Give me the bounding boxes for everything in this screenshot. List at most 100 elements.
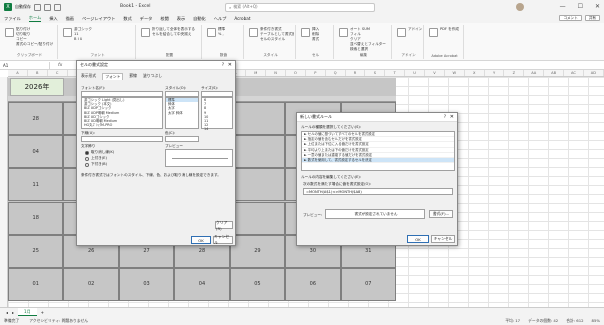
ribbon-item[interactable]: セルを結合して中央揃え bbox=[152, 32, 191, 37]
column-header[interactable]: A bbox=[8, 70, 28, 76]
column-header[interactable]: C bbox=[48, 70, 68, 76]
undo-icon[interactable] bbox=[44, 3, 51, 11]
font-list-item[interactable]: HG丸ｺﾞｼｯｸM-PRO bbox=[82, 123, 162, 127]
clear-button[interactable]: クリア(R) bbox=[215, 220, 233, 231]
column-header[interactable]: W bbox=[445, 70, 465, 76]
rule-cancel-button[interactable]: キャンセル bbox=[431, 235, 455, 243]
format-tab-1[interactable]: フォント bbox=[102, 73, 124, 80]
ribbon-item[interactable]: B I U bbox=[74, 37, 82, 41]
fx-icon[interactable]: fx bbox=[50, 63, 62, 68]
ribbon-group-3-icon[interactable] bbox=[207, 28, 216, 37]
format-dialog-close-button[interactable]: ✕ bbox=[228, 62, 232, 68]
column-header[interactable]: Y bbox=[485, 70, 505, 76]
maximize-button[interactable]: ☐ bbox=[578, 3, 583, 10]
tab-7[interactable]: 校閲 bbox=[160, 16, 168, 22]
font-name-list[interactable]: 游ゴシック Light (見出し) 游ゴシック (本文) BIZ UDPゴシック BI… bbox=[81, 97, 163, 129]
column-header[interactable]: Z bbox=[504, 70, 525, 76]
tab-8[interactable]: 表示 bbox=[177, 16, 185, 22]
tab-2[interactable]: 挿入 bbox=[49, 16, 57, 22]
color-select[interactable] bbox=[165, 136, 199, 142]
autosave-label[interactable]: 自動保存 bbox=[15, 4, 31, 10]
ribbon-group-1-icon[interactable] bbox=[63, 28, 72, 37]
name-box[interactable]: A1 bbox=[0, 62, 50, 69]
ribbon-group-7-icon[interactable] bbox=[397, 28, 406, 37]
minimize-button[interactable]: — bbox=[560, 3, 566, 10]
tab-5[interactable]: 数式 bbox=[123, 16, 131, 22]
calendar-day-cell[interactable]: 07 bbox=[340, 267, 396, 301]
add-sheet-button[interactable]: + bbox=[41, 310, 44, 315]
calendar-day-cell[interactable]: 01 bbox=[8, 267, 64, 301]
column-header[interactable]: T bbox=[385, 70, 406, 76]
ribbon-item[interactable]: 書式のコピー/貼り付け bbox=[16, 42, 53, 47]
help-icon[interactable]: ? bbox=[222, 62, 224, 67]
rule-type-item[interactable]: ► 数式を使用して、書式設定するセルを決定 bbox=[302, 158, 454, 164]
tab-6[interactable]: データ bbox=[140, 16, 153, 22]
format-tab-3[interactable]: 塗りつぶし bbox=[143, 73, 162, 80]
column-header[interactable]: M bbox=[246, 70, 267, 76]
style-list-item[interactable]: 太字 斜体 bbox=[166, 111, 198, 115]
calendar-day-cell[interactable]: 02 bbox=[63, 267, 119, 301]
sheet-tab[interactable]: 1月 bbox=[18, 308, 37, 316]
calendar-day-cell[interactable]: 05 bbox=[229, 267, 286, 301]
format-tab-2[interactable]: 罫線 bbox=[129, 73, 137, 80]
avatar[interactable] bbox=[516, 3, 524, 11]
column-header[interactable]: B bbox=[28, 70, 48, 76]
sheet-nav-left-icon[interactable]: ◂ bbox=[6, 310, 8, 315]
column-header[interactable]: AD bbox=[584, 70, 604, 76]
calendar-day-cell[interactable]: 28 bbox=[8, 102, 64, 136]
calendar-day-cell[interactable]: 25 bbox=[8, 234, 64, 268]
rule-type-list[interactable]: ► セルの値に基づいてすべてのセルを書式設定 ► 指定の値を含むセルだけを書式設定… bbox=[301, 131, 455, 171]
calendar-day-cell[interactable]: 04 bbox=[8, 135, 64, 169]
calendar-day-cell[interactable]: 03 bbox=[118, 267, 175, 301]
ribbon-group-4-icon[interactable] bbox=[249, 28, 258, 37]
tab-1[interactable]: ホーム bbox=[28, 15, 42, 22]
calendar-day-cell[interactable]: 11 bbox=[8, 168, 64, 202]
column-header[interactable]: X bbox=[465, 70, 485, 76]
ribbon-item[interactable]: % , bbox=[218, 32, 224, 36]
strikethrough-checkbox[interactable]: 取り消し線(K) bbox=[85, 150, 114, 155]
column-header[interactable]: R bbox=[346, 70, 366, 76]
ribbon-group-8-icon[interactable] bbox=[429, 28, 438, 37]
column-header[interactable]: P bbox=[306, 70, 326, 76]
font-style-list[interactable]: 標準 斜体 太字 太字 斜体 bbox=[165, 97, 199, 129]
format-button[interactable]: 書式(F)... bbox=[429, 210, 453, 218]
accessibility-status[interactable]: アクセシビリティ: 問題ありません bbox=[29, 318, 88, 324]
column-header[interactable]: O bbox=[286, 70, 306, 76]
save-icon[interactable] bbox=[34, 3, 41, 11]
ribbon-group-6-icon[interactable] bbox=[339, 28, 348, 37]
share-button[interactable]: 共有 bbox=[584, 15, 600, 21]
ribbon-item[interactable]: PDF を作成 bbox=[440, 27, 459, 32]
calendar-day-cell[interactable] bbox=[229, 168, 286, 202]
calendar-day-cell[interactable]: 06 bbox=[285, 267, 341, 301]
column-header[interactable]: AB bbox=[544, 70, 565, 76]
redo-icon[interactable] bbox=[54, 3, 61, 11]
format-cancel-button[interactable]: キャンセル bbox=[213, 234, 233, 245]
ribbon-item[interactable]: セルのスタイル bbox=[260, 37, 285, 42]
ribbon-item[interactable]: 11 bbox=[74, 32, 79, 36]
superscript-checkbox[interactable]: 上付き(E) bbox=[85, 156, 107, 161]
calendar-day-cell[interactable]: 04 bbox=[174, 267, 230, 301]
formula-input[interactable]: =MONTH(A$1)<>MONTH($A8) bbox=[303, 188, 453, 195]
format-ok-button[interactable]: OK bbox=[191, 236, 211, 244]
column-header[interactable]: Q bbox=[326, 70, 346, 76]
calendar-day-cell[interactable]: 18 bbox=[8, 201, 64, 235]
ribbon-item[interactable]: 書式 bbox=[312, 37, 319, 42]
tab-0[interactable]: ファイル bbox=[4, 16, 21, 22]
close-button[interactable]: ✕ bbox=[595, 3, 600, 10]
sheet-nav-right-icon[interactable]: ▸ bbox=[12, 310, 14, 315]
calendar-year[interactable]: 2026年 bbox=[10, 78, 64, 96]
column-header[interactable]: N bbox=[266, 70, 287, 76]
zoom-level[interactable]: 85% bbox=[592, 318, 600, 324]
column-header[interactable]: U bbox=[405, 70, 426, 76]
column-header[interactable]: V bbox=[425, 70, 445, 76]
ribbon-item[interactable]: 検索と選択 bbox=[350, 47, 368, 52]
rule-help-icon[interactable]: ? bbox=[444, 114, 446, 119]
tab-11[interactable]: Acrobat bbox=[234, 16, 250, 21]
font-size-list[interactable]: 6 7 8 9 10 11 12 14 bbox=[201, 97, 233, 131]
tab-4[interactable]: ページレイアウト bbox=[82, 16, 115, 22]
tab-9[interactable]: 自動化 bbox=[193, 16, 206, 22]
column-header[interactable]: AA bbox=[524, 70, 545, 76]
tab-10[interactable]: ヘルプ bbox=[214, 16, 227, 22]
size-list-item[interactable]: 14 bbox=[202, 127, 232, 131]
comment-button[interactable]: コメント bbox=[559, 15, 582, 21]
